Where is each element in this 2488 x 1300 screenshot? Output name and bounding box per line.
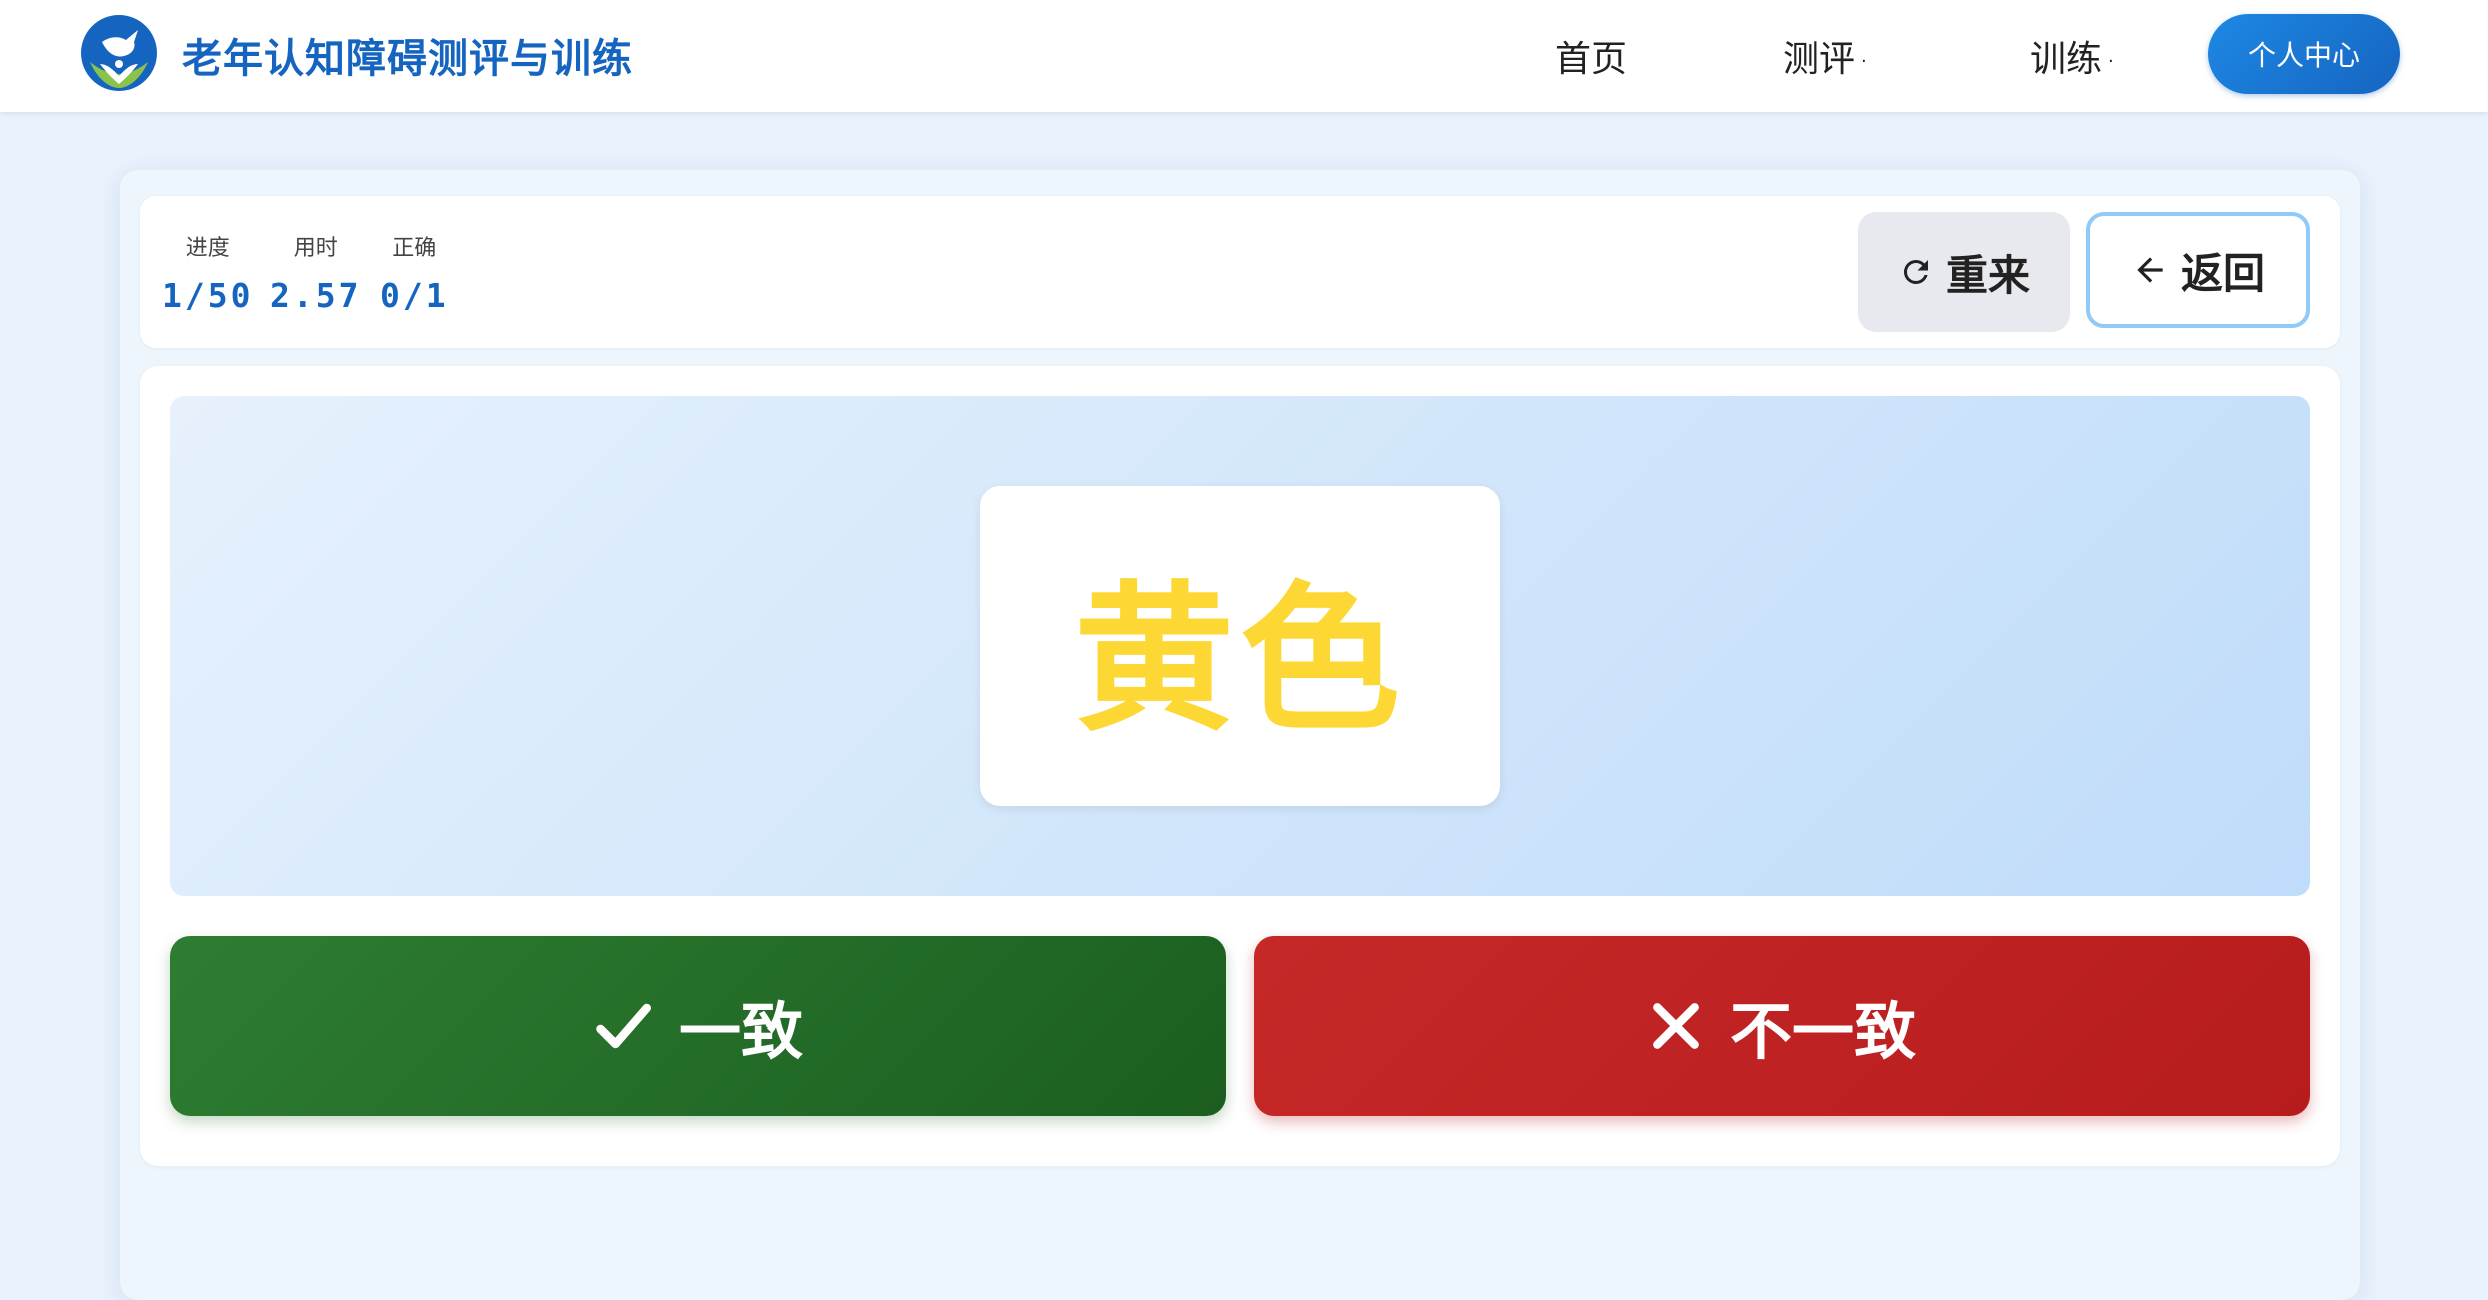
nav-assessment-label: 测评 bbox=[1783, 39, 1856, 80]
nav-assessment[interactable]: 测评 · bbox=[1783, 30, 1867, 82]
restart-button[interactable]: 重来 bbox=[1858, 212, 2070, 332]
time-label: 用时 bbox=[293, 236, 338, 261]
color-word: 黄色 bbox=[1073, 566, 1406, 753]
restart-label: 重来 bbox=[1945, 251, 2030, 299]
task-card: 黄色 一致 不一致 bbox=[140, 366, 2340, 1166]
stimulus-area: 黄色 bbox=[170, 396, 2310, 896]
top-navbar: 老年认知障碍测评与训练 首页 测评 · 训练 · 个人中心 bbox=[0, 0, 2488, 112]
nav-home-label: 首页 bbox=[1555, 39, 1628, 80]
status-card: 进度 1/50 用时 2.57 正确 0/1 重来 返回 bbox=[140, 196, 2340, 348]
time-value: 2.57 bbox=[270, 276, 362, 315]
time-stat: 用时 2.57 bbox=[270, 230, 361, 315]
nav-home[interactable]: 首页 bbox=[1555, 30, 1627, 82]
inconsistent-label: 不一致 bbox=[1729, 998, 1916, 1067]
word-card: 黄色 bbox=[980, 486, 1500, 806]
nav-training-label: 训练 bbox=[2030, 39, 2103, 80]
arrow-left-icon bbox=[2131, 251, 2169, 289]
correct-stat: 正确 0/1 bbox=[380, 230, 449, 315]
consistent-button[interactable]: 一致 bbox=[170, 936, 1226, 1116]
dove-hands-logo[interactable] bbox=[80, 14, 158, 92]
progress-value: 1/50 bbox=[162, 276, 254, 315]
consistent-label: 一致 bbox=[678, 998, 803, 1067]
progress-label: 进度 bbox=[185, 236, 230, 261]
dropdown-dot-icon: · bbox=[1861, 50, 1867, 72]
brand-title[interactable]: 老年认知障碍测评与训练 bbox=[182, 26, 633, 84]
correct-label: 正确 bbox=[392, 236, 437, 261]
close-icon bbox=[1648, 998, 1704, 1054]
progress-stat: 进度 1/50 bbox=[162, 230, 253, 315]
check-icon bbox=[593, 996, 653, 1056]
correct-value: 0/1 bbox=[380, 276, 449, 315]
dropdown-dot-icon: · bbox=[2108, 50, 2114, 72]
inconsistent-button[interactable]: 不一致 bbox=[1254, 936, 2310, 1116]
refresh-icon bbox=[1898, 254, 1934, 290]
profile-center-button[interactable]: 个人中心 bbox=[2208, 14, 2400, 94]
nav-training[interactable]: 训练 · bbox=[2030, 30, 2114, 82]
back-label: 返回 bbox=[2180, 249, 2265, 297]
back-button[interactable]: 返回 bbox=[2086, 212, 2310, 328]
